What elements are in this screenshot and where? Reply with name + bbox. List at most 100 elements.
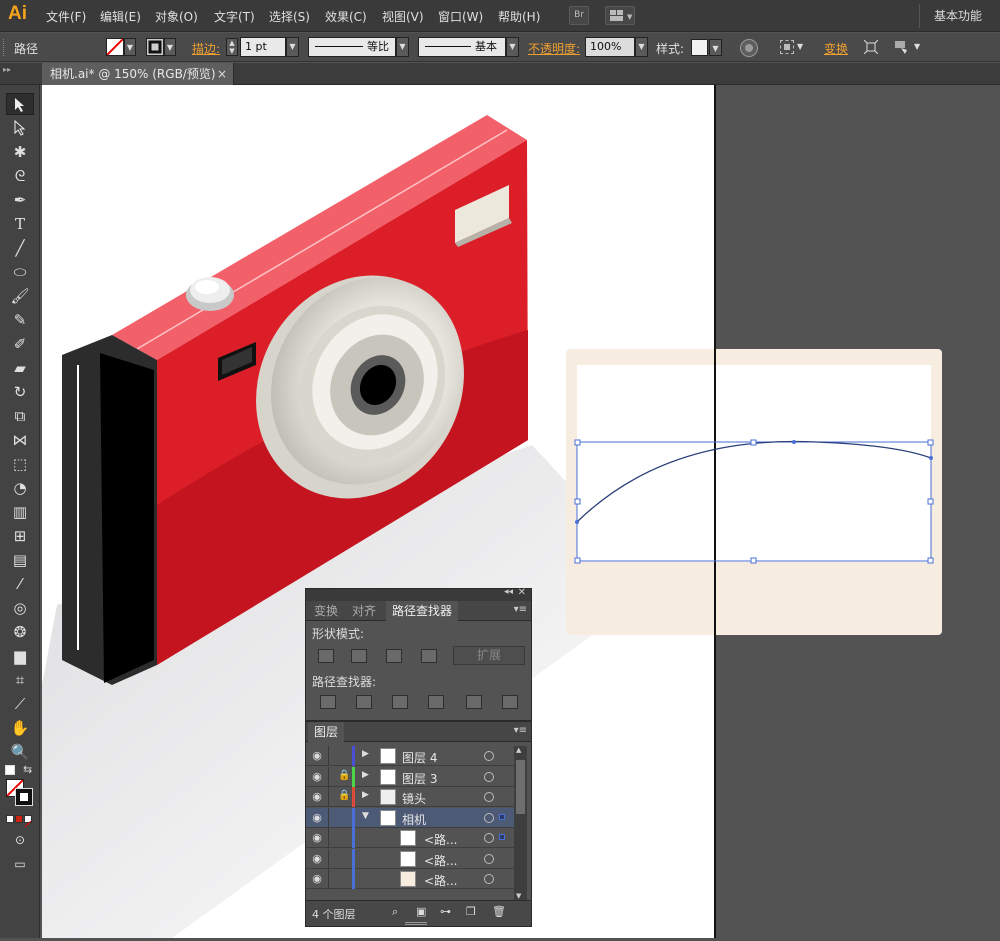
screen-mode-icon[interactable]: ▭ xyxy=(6,853,34,875)
graphic-style-swatch[interactable] xyxy=(691,39,708,56)
layer-row[interactable]: ◉ ▼ 相机 xyxy=(306,807,514,828)
menu-help[interactable]: 帮助(H) xyxy=(498,8,540,25)
gradient-mode-icon[interactable] xyxy=(15,815,23,823)
close-panel-icon[interactable]: ✕ xyxy=(518,587,526,598)
eyedropper-tool-icon[interactable]: ⁄ xyxy=(6,573,34,595)
outline-button[interactable] xyxy=(466,695,482,709)
workspace-switcher[interactable]: 基本功能 xyxy=(934,7,982,24)
stroke-dropdown[interactable]: ▼ xyxy=(164,38,176,56)
visibility-eye-icon[interactable]: ◉ xyxy=(310,872,324,885)
stroke-weight-stepper[interactable]: ▲ ▼ xyxy=(226,38,238,56)
new-sublayer-icon[interactable]: ⊶ xyxy=(440,905,451,918)
layer-name[interactable]: <路... xyxy=(424,872,458,889)
layer-row[interactable]: ◉ <路... xyxy=(306,848,514,869)
chevron-right-icon[interactable]: ▶ xyxy=(362,770,369,780)
unite-button[interactable] xyxy=(318,649,334,663)
scale-tool-icon[interactable]: ⧉ xyxy=(6,405,34,427)
pen-tool-icon[interactable]: ✒ xyxy=(6,189,34,211)
new-layer-icon[interactable]: ❐ xyxy=(466,905,476,918)
trim-button[interactable] xyxy=(356,695,372,709)
target-icon[interactable] xyxy=(484,833,494,843)
magic-wand-tool-icon[interactable]: ✱ xyxy=(6,141,34,163)
visibility-eye-icon[interactable]: ◉ xyxy=(310,852,324,865)
layer-row[interactable]: ◉ 🔒 ▶ 图层 3 xyxy=(306,766,514,787)
width-tool-icon[interactable]: ⋈ xyxy=(6,429,34,451)
opacity-label[interactable]: 不透明度: xyxy=(528,40,580,57)
graphic-style-dropdown[interactable]: ▼ xyxy=(709,39,722,56)
lock-icon[interactable]: 🔒 xyxy=(338,770,350,781)
chevron-right-icon[interactable]: ▶ xyxy=(362,749,369,759)
none-mode-icon[interactable] xyxy=(24,815,32,828)
menu-effect[interactable]: 效果(C) xyxy=(325,8,367,25)
menu-edit[interactable]: 编辑(E) xyxy=(100,8,141,25)
line-tool-icon[interactable]: ╱ xyxy=(6,237,34,259)
minus-front-button[interactable] xyxy=(351,649,367,663)
variable-width-profile[interactable]: 等比 xyxy=(308,37,396,57)
target-icon[interactable] xyxy=(484,792,494,802)
chevron-down-icon[interactable]: ▼ xyxy=(362,811,369,821)
pencil-tool-icon[interactable]: ✎ xyxy=(6,309,34,331)
panel-title-bar[interactable]: ◂◂ ✕ xyxy=(306,587,531,601)
crop-button[interactable] xyxy=(428,695,444,709)
tab-layers[interactable]: 图层 xyxy=(308,722,345,742)
gradient-tool-icon[interactable]: ▤ xyxy=(6,549,34,571)
menu-select[interactable]: 选择(S) xyxy=(269,8,310,25)
eraser-tool-icon[interactable]: ▰ xyxy=(6,357,34,379)
selection-tool-icon[interactable] xyxy=(6,93,34,115)
minus-back-button[interactable] xyxy=(502,695,518,709)
tab-transform[interactable]: 变换 xyxy=(308,601,344,621)
layers-scrollbar[interactable]: ▲ ▼ xyxy=(514,746,527,900)
lock-icon[interactable]: 🔒 xyxy=(338,790,350,801)
scroll-thumb[interactable] xyxy=(516,760,525,814)
collapse-panel-icon[interactable]: ◂◂ xyxy=(504,587,513,597)
column-graph-tool-icon[interactable]: ▆ xyxy=(6,645,34,667)
layer-name[interactable]: 图层 3 xyxy=(402,770,437,787)
mesh-tool-icon[interactable]: ⊞ xyxy=(6,525,34,547)
stroke-weight-input[interactable]: 1 pt xyxy=(240,37,286,57)
color-mode-icon[interactable] xyxy=(6,815,14,823)
stroke-color-box[interactable] xyxy=(15,788,33,806)
layers-menu-icon[interactable]: ▾≡ xyxy=(514,725,527,736)
locate-object-icon[interactable]: ⌕ xyxy=(392,905,398,919)
selected-path[interactable] xyxy=(566,430,942,570)
zoom-tool-icon[interactable]: 🔍 xyxy=(6,741,34,763)
align-to-icon[interactable] xyxy=(780,40,794,54)
visibility-eye-icon[interactable]: ◉ xyxy=(310,749,324,762)
chevron-right-icon[interactable]: ▶ xyxy=(362,790,369,800)
swap-colors-icon[interactable]: ⇆ xyxy=(23,763,32,776)
layer-name[interactable]: <路... xyxy=(424,831,458,848)
target-icon[interactable] xyxy=(484,812,494,823)
visibility-eye-icon[interactable]: ◉ xyxy=(310,811,324,824)
transform-label[interactable]: 变换 xyxy=(824,40,848,57)
default-colors-icon[interactable] xyxy=(5,765,15,775)
target-icon[interactable] xyxy=(484,751,494,761)
recolor-artwork-icon[interactable] xyxy=(740,39,758,57)
target-icon[interactable] xyxy=(484,853,494,864)
brush-definition[interactable]: 基本 xyxy=(418,37,506,57)
align-dropdown-icon[interactable]: ▼ xyxy=(797,42,803,51)
lasso-tool-icon[interactable]: ᘓ xyxy=(6,165,34,187)
slice-tool-icon[interactable]: ⟋ xyxy=(6,693,34,715)
free-transform-tool-icon[interactable]: ⬚ xyxy=(6,453,34,475)
type-tool-icon[interactable]: T xyxy=(6,213,34,235)
bridge-button[interactable]: Br xyxy=(569,6,589,25)
artboard-tool-icon[interactable]: ⌗ xyxy=(6,669,34,691)
layer-row[interactable]: ◉ <路... xyxy=(306,828,514,848)
layer-name[interactable]: 镜头 xyxy=(402,790,426,807)
make-clipping-mask-icon[interactable]: ▣ xyxy=(416,905,426,918)
opacity-input[interactable]: 100% xyxy=(585,37,635,57)
fill-dropdown[interactable]: ▼ xyxy=(124,38,136,56)
rotate-tool-icon[interactable]: ↻ xyxy=(6,381,34,403)
divide-button[interactable] xyxy=(320,695,336,709)
menu-type[interactable]: 文字(T) xyxy=(214,8,255,25)
exclude-button[interactable] xyxy=(421,649,437,663)
layer-name[interactable]: <路... xyxy=(424,852,458,869)
panel-resize-grip[interactable] xyxy=(405,922,427,925)
scroll-down-icon[interactable]: ▼ xyxy=(516,892,521,900)
menu-window[interactable]: 窗口(W) xyxy=(438,8,483,25)
visibility-eye-icon[interactable]: ◉ xyxy=(310,790,324,803)
shape-builder-tool-icon[interactable]: ◔ xyxy=(6,477,34,499)
tab-pathfinder[interactable]: 路径查找器 xyxy=(386,601,459,621)
layer-name[interactable]: 相机 xyxy=(402,811,426,828)
ellipse-tool-icon[interactable]: ⬭ xyxy=(6,261,34,283)
